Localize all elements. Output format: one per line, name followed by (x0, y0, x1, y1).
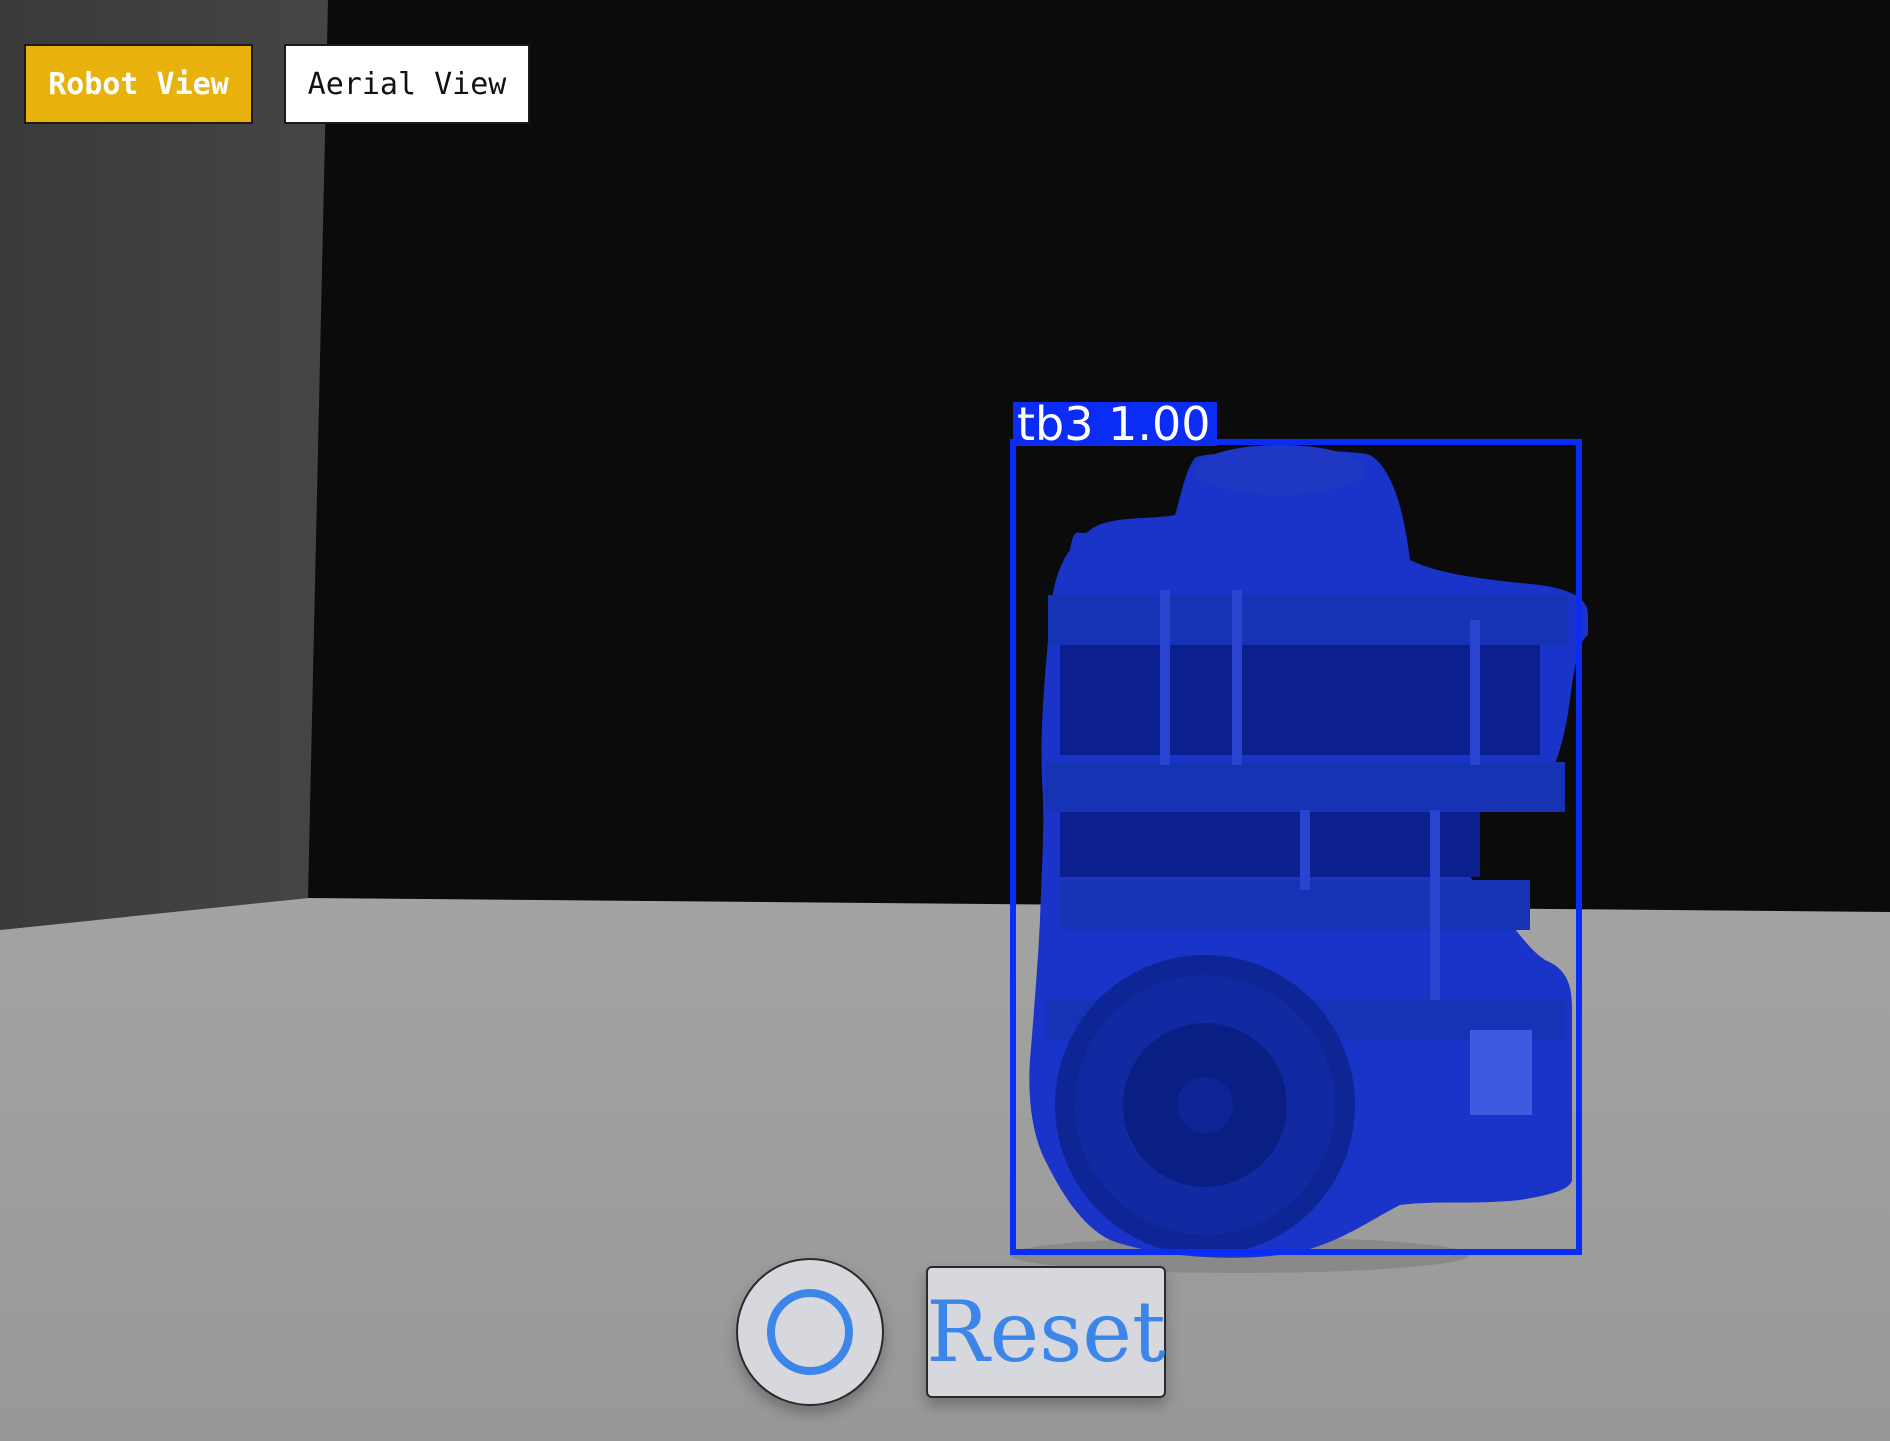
aerial-view-button[interactable]: Aerial View (284, 44, 530, 124)
detection-label: tb3 1.00 (1013, 401, 1217, 447)
reset-button[interactable]: Reset (926, 1266, 1166, 1398)
robot-camera-view: Robot View Aerial View tb3 1.00 Reset (0, 0, 1890, 1441)
camera-feed (0, 0, 1890, 1441)
robot-view-button[interactable]: Robot View (24, 44, 253, 124)
left-wall (0, 0, 328, 930)
record-button[interactable] (736, 1258, 884, 1406)
circle-icon (767, 1289, 853, 1375)
